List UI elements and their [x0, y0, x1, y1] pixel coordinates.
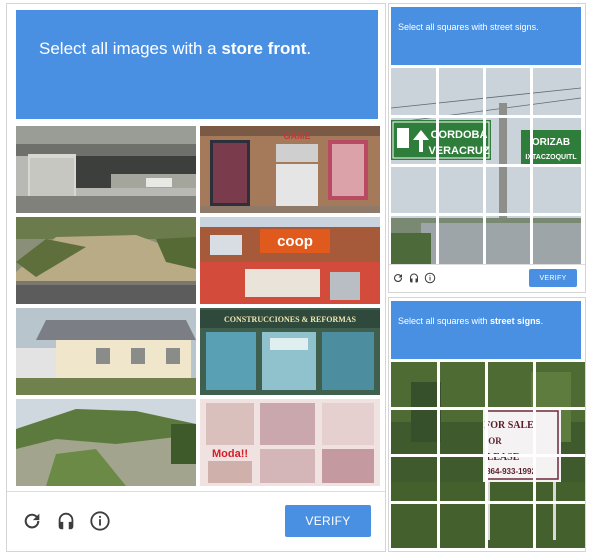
- reload-icon[interactable]: [391, 271, 405, 285]
- instruction-header: Select all squares with street signs.: [391, 301, 581, 359]
- bridge-image: [16, 126, 196, 213]
- street-sign-grid[interactable]: CORDOBA VERACRUZ ORIZAB IXTACZOQUITL: [391, 68, 581, 264]
- sign-cordoba: CORDOBA: [431, 129, 488, 141]
- image-tile-3[interactable]: [16, 217, 196, 304]
- widget-footer: VERIFY: [389, 264, 585, 292]
- for-sale-sign-grid[interactable]: FOR SALE OR LEASE 864-933-1992: [391, 362, 585, 548]
- instruction-header: Select all squares with street signs.: [391, 7, 581, 65]
- instruction-prefix: Select all images with a: [39, 39, 222, 58]
- construcciones-sign: CONSTRUCCIONES & REFORMAS: [224, 315, 357, 324]
- image-tile-5[interactable]: [16, 308, 196, 395]
- reload-icon[interactable]: [19, 508, 45, 534]
- instruction-suffix: .: [540, 316, 544, 326]
- instruction-target: store front: [221, 39, 307, 58]
- sign-for-sale: FOR SALE: [484, 420, 534, 431]
- image-tile-2[interactable]: GAME: [200, 126, 380, 213]
- moda-store-image: Moda!!: [200, 399, 380, 486]
- info-icon[interactable]: [423, 271, 437, 285]
- captcha-widget-street-signs-1: Select all squares with street signs. CO…: [388, 3, 586, 293]
- audio-icon[interactable]: [53, 508, 79, 534]
- instruction-header: Select all images with a store front.: [16, 10, 378, 119]
- image-tile-8[interactable]: Moda!!: [200, 399, 380, 486]
- sign-phone: 864-933-1992: [486, 467, 536, 476]
- captcha-widget-store-front: Select all images with a store front. GA…: [6, 3, 386, 552]
- widget-footer: VERIFY: [7, 491, 385, 551]
- sign-orizaba: ORIZAB: [532, 137, 570, 148]
- info-icon[interactable]: [87, 508, 113, 534]
- coop-sign: coop: [277, 233, 313, 250]
- instruction-target: street signs: [490, 316, 541, 326]
- sign-or: OR: [488, 436, 502, 446]
- image-tile-1[interactable]: [16, 126, 196, 213]
- image-tile-4[interactable]: coop: [200, 217, 380, 304]
- hill-image: [16, 217, 196, 304]
- construcciones-store-image: CONSTRUCCIONES & REFORMAS: [200, 308, 380, 395]
- sign-ixtaczoquitl: IXTACZOQUITL: [525, 154, 577, 161]
- game-store-image: GAME: [200, 126, 380, 213]
- verify-button[interactable]: VERIFY: [529, 269, 577, 287]
- instruction-suffix: .: [306, 39, 312, 58]
- verify-button[interactable]: VERIFY: [285, 505, 371, 537]
- hillside-image: [16, 399, 196, 486]
- audio-icon[interactable]: [407, 271, 421, 285]
- moda-sign: Moda!!: [212, 448, 248, 460]
- house-image: [16, 308, 196, 395]
- coop-store-image: coop: [200, 217, 380, 304]
- image-tile-6[interactable]: CONSTRUCCIONES & REFORMAS: [200, 308, 380, 395]
- game-sign: GAME: [284, 131, 311, 141]
- captcha-widget-street-signs-2: Select all squares with street signs. FO…: [388, 297, 586, 552]
- instruction-prefix: Select all squares with: [398, 316, 491, 326]
- image-tile-7[interactable]: [16, 399, 196, 486]
